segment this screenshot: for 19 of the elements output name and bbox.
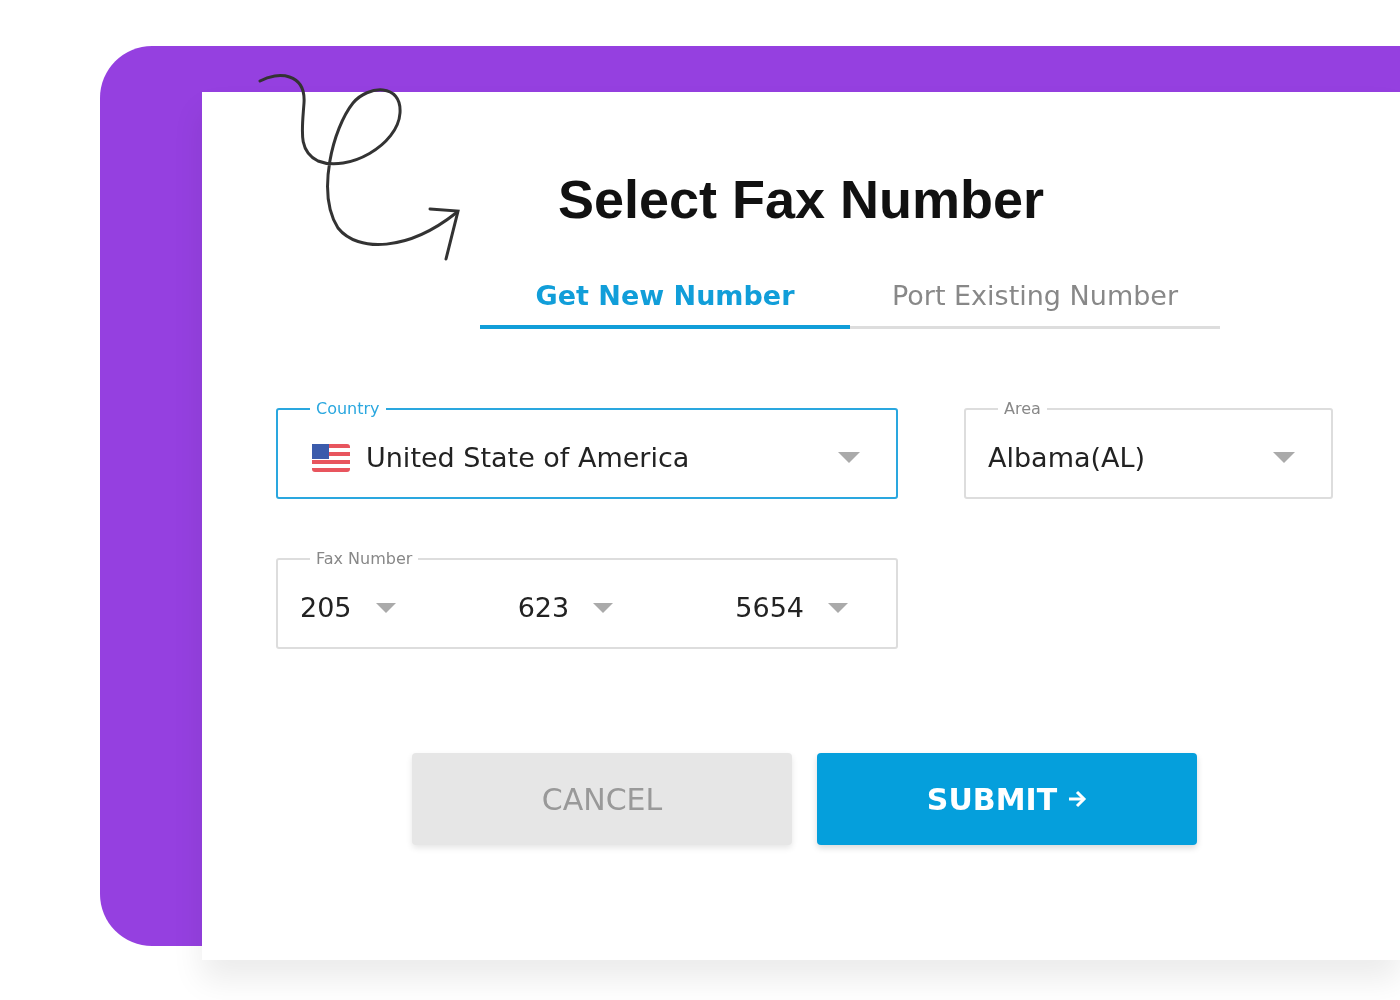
field-label: Fax Number	[315, 549, 414, 568]
dropdown-value: Albama(AL)	[988, 442, 1147, 473]
country-dropdown[interactable]: Country United State of America	[276, 399, 898, 499]
number-part-dropdown[interactable]: 623	[517, 592, 736, 623]
dropdown-value: United State of America	[366, 442, 691, 473]
dialog-title: Select Fax Number	[556, 168, 1046, 231]
caret-icon	[1273, 452, 1295, 463]
caret-icon	[828, 602, 848, 613]
tab[interactable]: Port Existing Number	[850, 274, 1220, 326]
caret-icon	[838, 452, 860, 463]
number-part-dropdown[interactable]: 5654	[735, 592, 862, 623]
arrow-icon	[1067, 790, 1088, 808]
field-label: Area	[1003, 399, 1042, 418]
number-part-dropdown[interactable]: 205	[300, 592, 518, 623]
caret-icon	[375, 602, 396, 613]
field-label: Country	[315, 399, 381, 418]
caret-icon	[593, 602, 614, 613]
area-dropdown[interactable]: Area Albama(AL)	[964, 399, 1333, 499]
flag-icon	[312, 443, 350, 472]
